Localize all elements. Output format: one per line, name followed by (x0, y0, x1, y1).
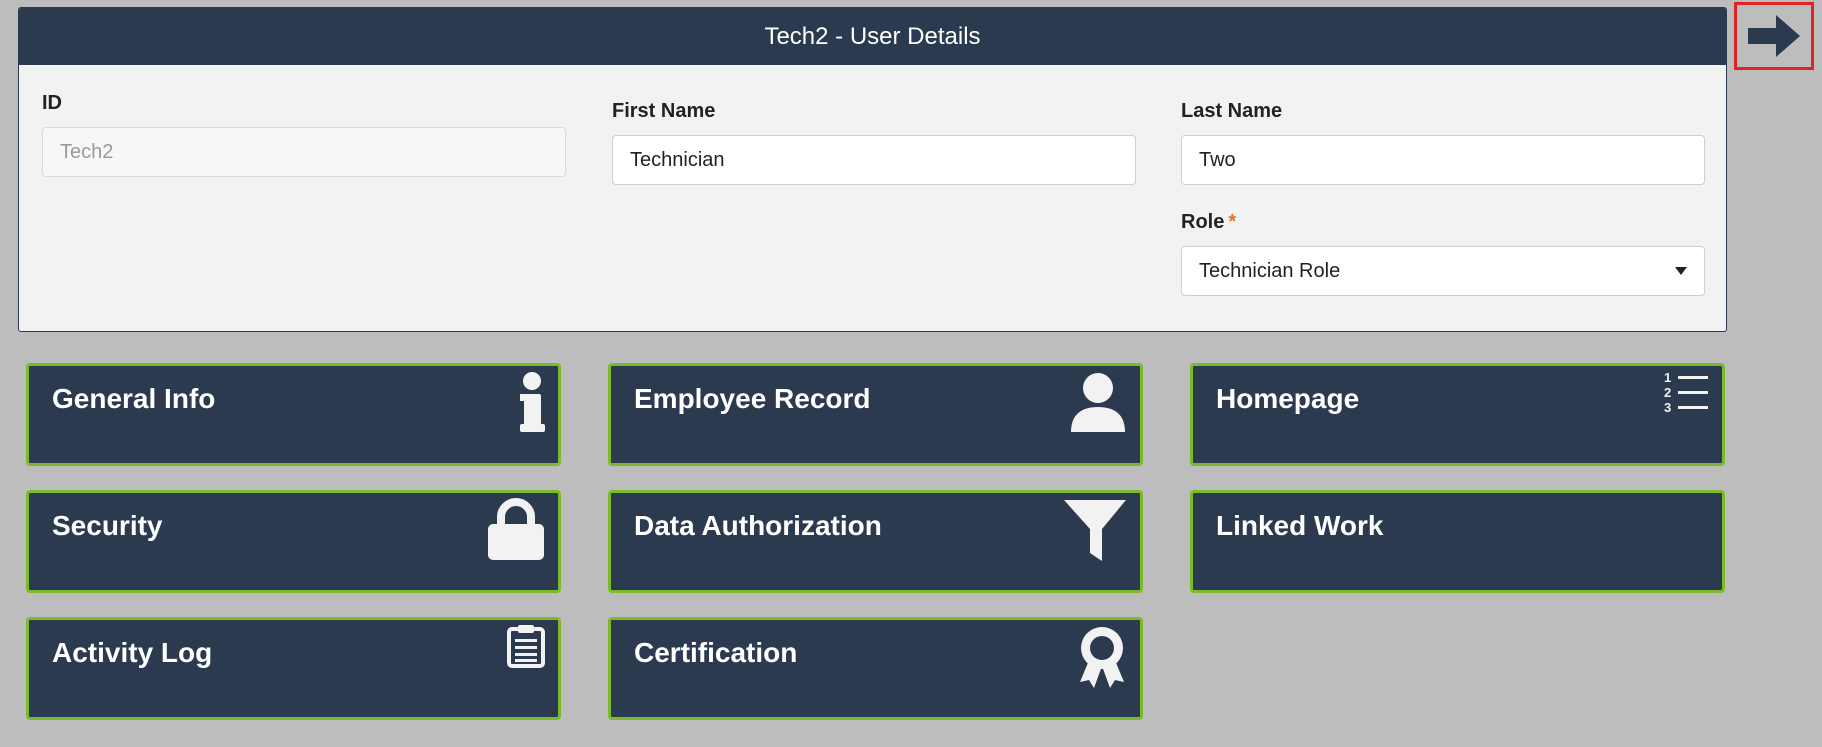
exit-button[interactable] (1734, 2, 1814, 70)
caret-down-icon (1675, 267, 1687, 275)
tile-certification-label: Certification (634, 637, 798, 668)
id-label: ID (42, 92, 62, 114)
clipboard-icon (507, 625, 545, 668)
id-input: Tech2 (42, 127, 566, 177)
list-number-1: 1 (1664, 370, 1671, 385)
role-label: Role * (1181, 211, 1705, 234)
arrow-right-icon (1748, 15, 1800, 57)
tile-general-info[interactable]: General Info (26, 363, 561, 466)
last-name-input[interactable]: Two (1181, 135, 1705, 185)
numbered-list-icon: 1 2 3 (1664, 370, 1708, 414)
user-details-panel: Tech2 - User Details ID Tech2 First Name… (18, 7, 1727, 332)
tile-data-authorization-label: Data Authorization (634, 510, 882, 541)
last-name-label: Last Name (1181, 100, 1283, 122)
info-icon (520, 372, 545, 432)
tile-activity-log[interactable]: Activity Log (26, 617, 561, 720)
first-name-label: First Name (612, 100, 716, 122)
required-marker: * (1228, 211, 1237, 233)
id-field-group: ID Tech2 (42, 92, 566, 177)
last-name-field-group: Last Name Two (1181, 100, 1705, 185)
panel-title: Tech2 - User Details (19, 8, 1726, 65)
list-number-2: 2 (1664, 385, 1671, 400)
role-select-value: Technician Role (1199, 259, 1341, 282)
tile-security-label: Security (52, 510, 163, 541)
filter-icon (1064, 500, 1126, 561)
list-number-3: 3 (1664, 400, 1671, 414)
role-field-group: Role * Technician Role (1181, 211, 1705, 296)
first-name-input[interactable]: Technician (612, 135, 1136, 185)
user-icon (1071, 373, 1125, 432)
lock-icon (488, 498, 544, 560)
tile-homepage-label: Homepage (1216, 383, 1360, 414)
award-icon (1080, 627, 1124, 688)
tile-security[interactable]: Security (26, 490, 561, 593)
tile-linked-work-label: Linked Work (1216, 510, 1384, 541)
tile-homepage[interactable]: Homepage 1 2 3 (1190, 363, 1725, 466)
first-name-field-group: First Name Technician (612, 100, 1136, 185)
tile-employee-record-label: Employee Record (634, 383, 871, 414)
tile-certification[interactable]: Certification (608, 617, 1143, 720)
tile-activity-log-label: Activity Log (52, 637, 213, 668)
tile-general-info-label: General Info (52, 383, 216, 414)
role-label-text: Role (1181, 211, 1225, 233)
tile-linked-work[interactable]: Linked Work (1190, 490, 1725, 593)
tile-data-authorization[interactable]: Data Authorization (608, 490, 1143, 593)
role-select[interactable]: Technician Role (1181, 246, 1705, 296)
tile-employee-record[interactable]: Employee Record (608, 363, 1143, 466)
